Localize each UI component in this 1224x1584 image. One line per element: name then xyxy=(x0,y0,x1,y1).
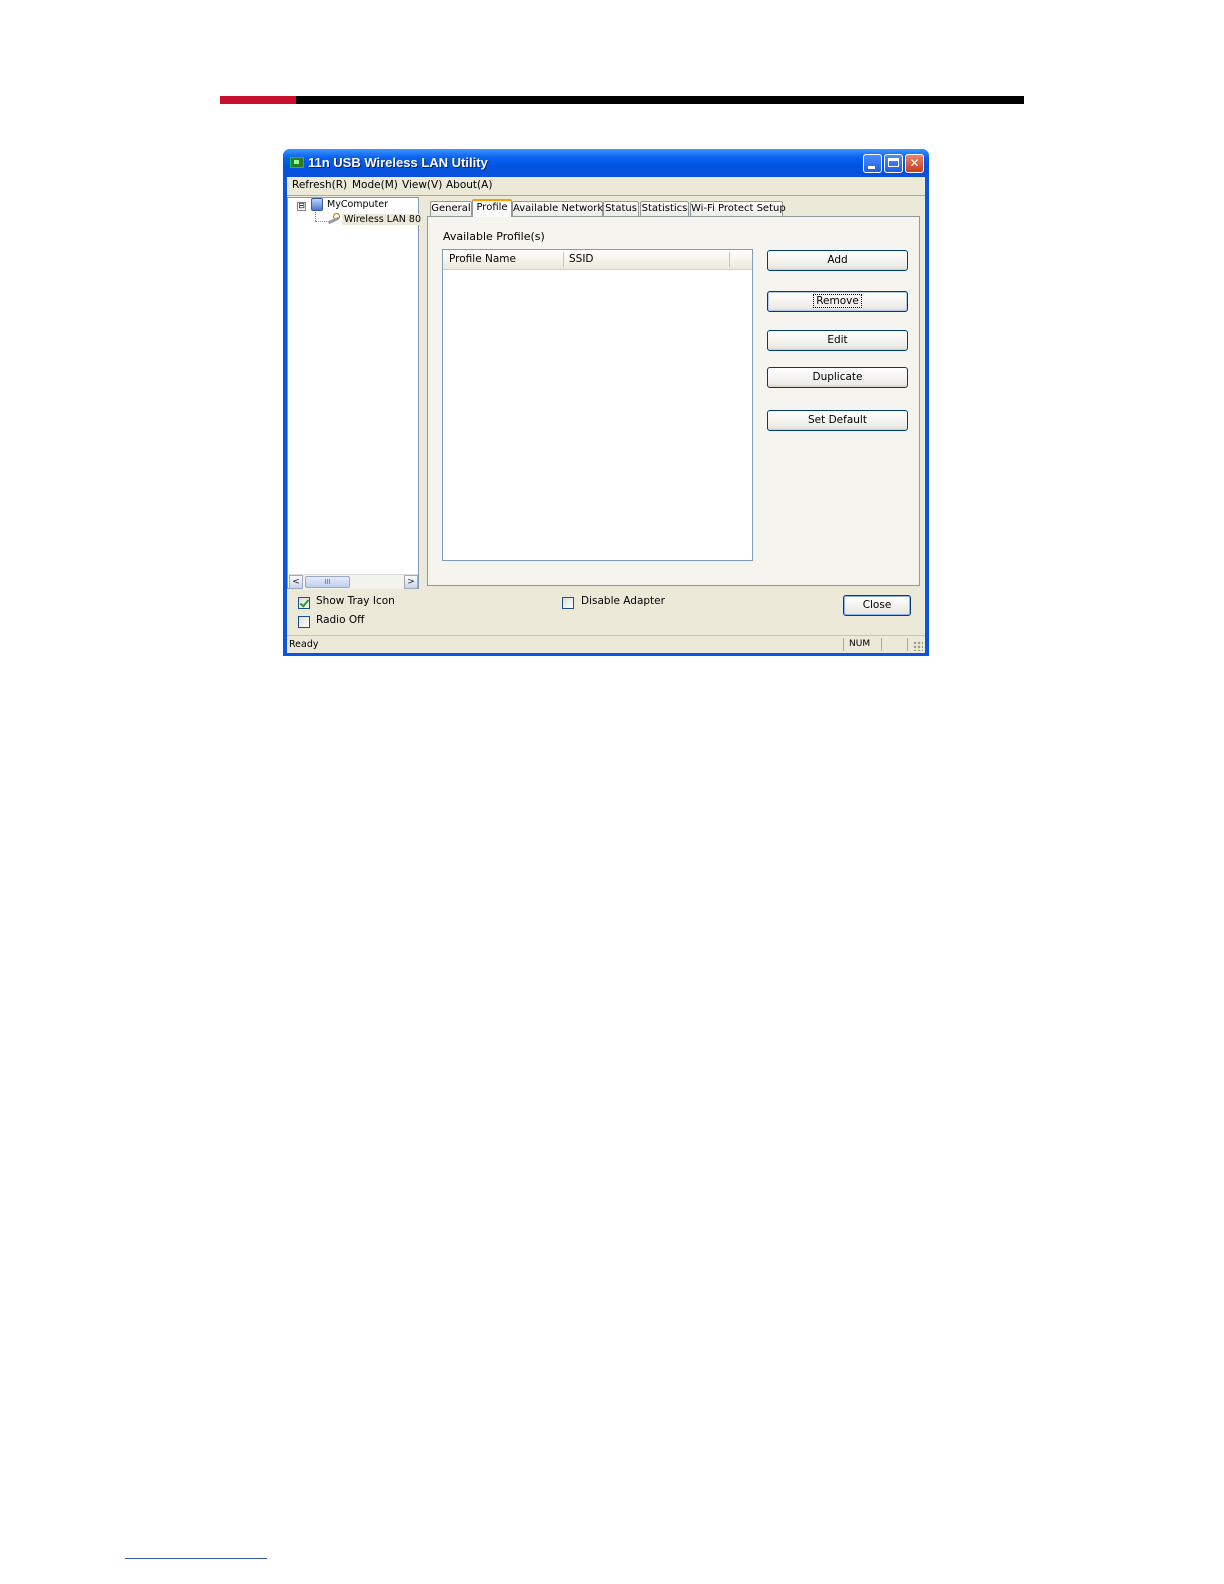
add-button[interactable]: Add xyxy=(767,250,908,271)
set-default-button[interactable]: Set Default xyxy=(767,410,908,431)
computer-icon xyxy=(311,198,323,211)
minimize-button[interactable] xyxy=(863,154,882,173)
footer-rule xyxy=(125,1558,267,1559)
show-tray-icon-checkbox[interactable] xyxy=(298,597,310,609)
minimize-icon xyxy=(868,166,875,169)
profile-tab-panel: Available Profile(s) Profile Name SSID A… xyxy=(427,216,920,586)
resize-grip-icon[interactable] xyxy=(913,641,923,651)
maximize-icon xyxy=(888,158,899,167)
disable-adapter-checkbox[interactable] xyxy=(562,597,574,609)
collapse-icon[interactable]: ⊟ xyxy=(297,202,306,211)
status-text: Ready xyxy=(289,639,319,650)
num-lock-indicator: NUM xyxy=(849,639,871,649)
tab-available-network[interactable]: Available Network xyxy=(512,201,603,216)
scroll-right-icon[interactable]: > xyxy=(404,575,418,589)
status-divider xyxy=(843,638,844,651)
column-ssid[interactable]: SSID xyxy=(569,253,594,265)
profile-list-header: Profile Name SSID xyxy=(443,250,752,270)
utility-window: 11n USB Wireless LAN Utility ✕ Refresh(R… xyxy=(283,149,929,656)
profile-list[interactable]: Profile Name SSID xyxy=(442,249,753,561)
radio-off-checkbox[interactable] xyxy=(298,616,310,628)
scroll-left-icon[interactable]: < xyxy=(289,575,303,589)
wireless-adapter-icon xyxy=(327,213,340,225)
tab-profile[interactable]: Profile xyxy=(472,199,512,217)
remove-button[interactable]: Remove xyxy=(767,291,908,312)
status-bar: Ready NUM xyxy=(287,635,925,653)
column-profile-name[interactable]: Profile Name xyxy=(449,253,516,265)
tab-statistics[interactable]: Statistics xyxy=(640,201,689,216)
close-button[interactable]: Close xyxy=(843,595,911,616)
remove-button-label: Remove xyxy=(813,294,862,308)
available-profiles-heading: Available Profile(s) xyxy=(443,230,545,243)
menu-about[interactable]: About(A) xyxy=(446,179,492,191)
column-divider[interactable] xyxy=(563,252,564,267)
title-bar[interactable]: 11n USB Wireless LAN Utility ✕ xyxy=(283,149,929,177)
column-divider[interactable] xyxy=(729,252,730,267)
tab-general[interactable]: General xyxy=(430,201,472,216)
tab-status[interactable]: Status xyxy=(603,201,639,216)
device-tree[interactable]: ⊟ MyComputer Wireless LAN 80 < III > xyxy=(287,197,423,589)
tree-item-wireless-lan[interactable]: Wireless LAN 80 xyxy=(342,214,423,225)
maximize-button[interactable] xyxy=(884,154,903,173)
menu-bar: Refresh(R) Mode(M) View(V) About(A) xyxy=(287,177,925,195)
menu-mode[interactable]: Mode(M) xyxy=(352,179,398,191)
tree-item-mycomputer[interactable]: MyComputer xyxy=(327,199,388,210)
tab-wifi-protect-setup[interactable]: Wi-Fi Protect Setup xyxy=(690,201,786,216)
scroll-thumb[interactable]: III xyxy=(305,576,350,588)
client-area: Refresh(R) Mode(M) View(V) About(A) ⊟ My… xyxy=(287,177,925,653)
menu-divider xyxy=(287,195,925,196)
radio-off-label: Radio Off xyxy=(316,614,365,626)
disable-adapter-label: Disable Adapter xyxy=(581,595,665,607)
tree-connector xyxy=(315,221,327,222)
tree-horizontal-scrollbar[interactable]: < III > xyxy=(289,574,418,589)
status-divider xyxy=(881,638,882,651)
status-divider xyxy=(907,638,908,651)
duplicate-button[interactable]: Duplicate xyxy=(767,367,908,388)
header-rule-red xyxy=(220,96,296,104)
menu-view[interactable]: View(V) xyxy=(402,179,442,191)
close-window-button[interactable]: ✕ xyxy=(905,154,924,173)
tab-strip: General Profile Available Network Status… xyxy=(427,199,925,217)
edit-button[interactable]: Edit xyxy=(767,330,908,351)
app-icon xyxy=(290,157,304,168)
show-tray-icon-label: Show Tray Icon xyxy=(316,595,395,607)
header-rule-black xyxy=(296,96,1024,104)
tree-connector xyxy=(315,212,316,221)
menu-refresh[interactable]: Refresh(R) xyxy=(292,179,347,191)
window-title: 11n USB Wireless LAN Utility xyxy=(308,155,488,170)
